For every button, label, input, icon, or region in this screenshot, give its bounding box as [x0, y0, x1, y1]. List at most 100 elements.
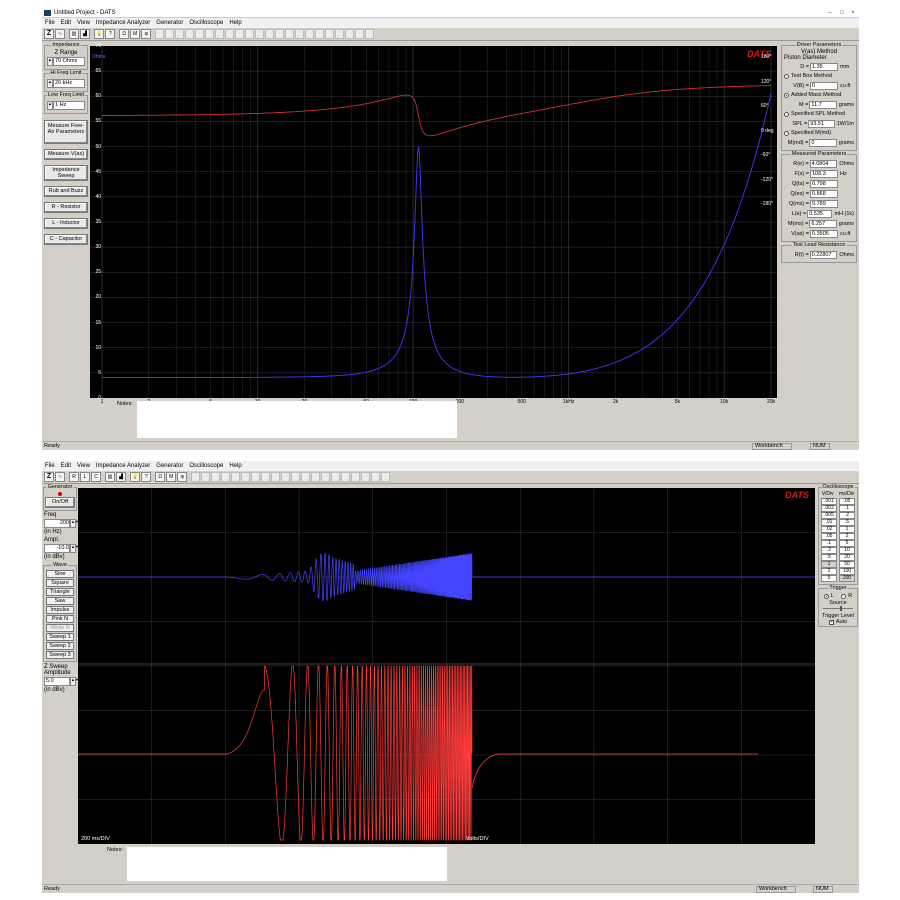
capacitor-icon[interactable]: C: [91, 472, 101, 482]
spl-field[interactable]: 93.51: [808, 119, 835, 128]
wave-triangle-button[interactable]: Triangle: [46, 588, 74, 596]
impedance-mode-icon[interactable]: Z: [44, 29, 54, 39]
wave-saw-button[interactable]: Saw: [46, 597, 74, 605]
msdiv-option[interactable]: .1: [839, 505, 855, 512]
toolbar-slot-icon[interactable]: [211, 472, 221, 482]
slider-thumb[interactable]: [839, 606, 842, 611]
menu-view[interactable]: View: [77, 20, 90, 26]
toolbar-slot-icon[interactable]: [221, 472, 231, 482]
notes-field[interactable]: [137, 401, 457, 438]
ohm-icon[interactable]: Ω: [155, 472, 166, 482]
msdiv-option[interactable]: 1: [839, 526, 855, 533]
bars-icon[interactable]: ▥: [69, 29, 79, 39]
toolbar-slot-icon[interactable]: [225, 29, 235, 39]
m-field[interactable]: 11.7: [809, 100, 837, 109]
toolbar-slot-icon[interactable]: [201, 472, 211, 482]
trigger-right-radio[interactable]: [841, 593, 847, 599]
inductor-icon[interactable]: L: [80, 472, 90, 482]
vdiv-option[interactable]: .2: [821, 547, 837, 554]
low-freq-field[interactable]: 1 Hz: [53, 101, 85, 110]
toolbar-slot-icon[interactable]: [275, 29, 285, 39]
msdiv-option[interactable]: .05: [839, 498, 855, 505]
menu-impedance-analyzer[interactable]: Impedance Analyzer: [96, 463, 150, 469]
zsweep-field[interactable]: 5.0: [44, 677, 70, 686]
hi-freq-field[interactable]: 20 kHz: [53, 79, 85, 88]
vdiv-option[interactable]: .005: [821, 512, 837, 519]
toolbar-slot-icon[interactable]: [361, 472, 371, 482]
toolbar-slot-icon[interactable]: [251, 472, 261, 482]
specified-spl-radio[interactable]: [784, 111, 789, 117]
toolbar-slot-icon[interactable]: [371, 472, 381, 482]
msdiv-option[interactable]: 10: [839, 547, 855, 554]
test-box-radio[interactable]: [784, 73, 789, 79]
vdiv-option[interactable]: 2: [821, 568, 837, 575]
hint-icon[interactable]: 💡: [130, 472, 141, 482]
freq-field[interactable]: 200: [44, 519, 70, 528]
wave-square-button[interactable]: Square: [46, 579, 74, 587]
toolbar-slot-icon[interactable]: [285, 29, 295, 39]
msdiv-option[interactable]: 20: [839, 554, 855, 561]
vdiv-option[interactable]: .01: [821, 519, 837, 526]
notes-field[interactable]: [127, 847, 447, 881]
wave-sweep2-button[interactable]: Sweep 2: [46, 642, 74, 650]
toolbar-slot-icon[interactable]: [345, 29, 355, 39]
toolbar-slot-icon[interactable]: [315, 29, 325, 39]
toolbar-slot-icon[interactable]: [215, 29, 225, 39]
help-cursor-icon[interactable]: ?: [141, 472, 152, 482]
msdiv-option[interactable]: 200: [839, 575, 855, 582]
measure-vas-button[interactable]: Measure V(as): [44, 149, 88, 160]
toolbar-slot-icon[interactable]: [335, 29, 345, 39]
sine-wave-icon[interactable]: ∿: [55, 29, 65, 39]
phase-icon[interactable]: φ: [177, 472, 188, 482]
msdiv-option[interactable]: 2: [839, 533, 855, 540]
z-range-field[interactable]: 70 Ohms: [53, 57, 85, 66]
oscilloscope-screen[interactable]: DATS 200 ms/DIV Volts/DIV: [78, 488, 815, 844]
mass-icon[interactable]: M: [166, 472, 177, 482]
impedance-sweep-button[interactable]: Impedance Sweep: [44, 165, 88, 181]
minimize-icon[interactable]: –: [825, 8, 835, 18]
toolbar-slot-icon[interactable]: [355, 29, 365, 39]
menu-help[interactable]: Help: [229, 463, 241, 469]
wave-sweep3-button[interactable]: Sweep 3: [46, 651, 74, 659]
toolbar-slot-icon[interactable]: [271, 472, 281, 482]
toolbar-slot-icon[interactable]: [295, 29, 305, 39]
trigger-level-slider[interactable]: [823, 606, 853, 611]
inductor-button[interactable]: L - Inductor: [44, 218, 88, 229]
menu-edit[interactable]: Edit: [61, 20, 71, 26]
menu-generator[interactable]: Generator: [156, 20, 183, 26]
d-field[interactable]: 1.35: [810, 62, 838, 71]
capacitor-button[interactable]: C - Capacitor: [44, 234, 88, 245]
phase-icon[interactable]: φ: [141, 29, 152, 39]
vdiv-option[interactable]: 1: [821, 561, 837, 568]
zsweep-spinner[interactable]: ▲▼: [70, 677, 79, 686]
toolbar-slot-icon[interactable]: [195, 29, 205, 39]
menu-file[interactable]: File: [45, 20, 55, 26]
menu-oscilloscope[interactable]: Oscilloscope: [189, 463, 223, 469]
wave-impulse-button[interactable]: Impulse: [46, 606, 74, 614]
toolbar-slot-icon[interactable]: [245, 29, 255, 39]
on-off-button[interactable]: On/Off: [45, 497, 75, 508]
toolbar-slot-icon[interactable]: [155, 29, 165, 39]
close-icon[interactable]: ×: [848, 8, 858, 18]
menu-edit[interactable]: Edit: [61, 463, 71, 469]
rt-field[interactable]: 0.22807: [809, 250, 838, 259]
toolbar-slot-icon[interactable]: [235, 29, 245, 39]
vdiv-option[interactable]: .001: [821, 498, 837, 505]
freq-spinner[interactable]: ▲▼: [70, 519, 79, 528]
vb-field[interactable]: 0: [810, 81, 838, 90]
vdiv-option[interactable]: 5: [821, 575, 837, 582]
toolbar-slot-icon[interactable]: [305, 29, 315, 39]
sine-wave-icon[interactable]: ∿: [55, 472, 65, 482]
toolbar-slot-icon[interactable]: [351, 472, 361, 482]
wave-pink-noise-button[interactable]: Pink N: [46, 615, 74, 623]
menu-file[interactable]: File: [45, 463, 55, 469]
mmd-field[interactable]: 0: [809, 138, 837, 147]
wave-white-noise-button[interactable]: White N: [46, 624, 74, 632]
toolbar-slot-icon[interactable]: [191, 472, 201, 482]
menu-generator[interactable]: Generator: [156, 463, 183, 469]
toolbar-slot-icon[interactable]: [325, 29, 335, 39]
resistor-button[interactable]: R - Resistor: [44, 202, 88, 213]
toolbar-slot-icon[interactable]: [291, 472, 301, 482]
hint-icon[interactable]: 💡: [94, 29, 105, 39]
wave-sweep1-button[interactable]: Sweep 1: [46, 633, 74, 641]
